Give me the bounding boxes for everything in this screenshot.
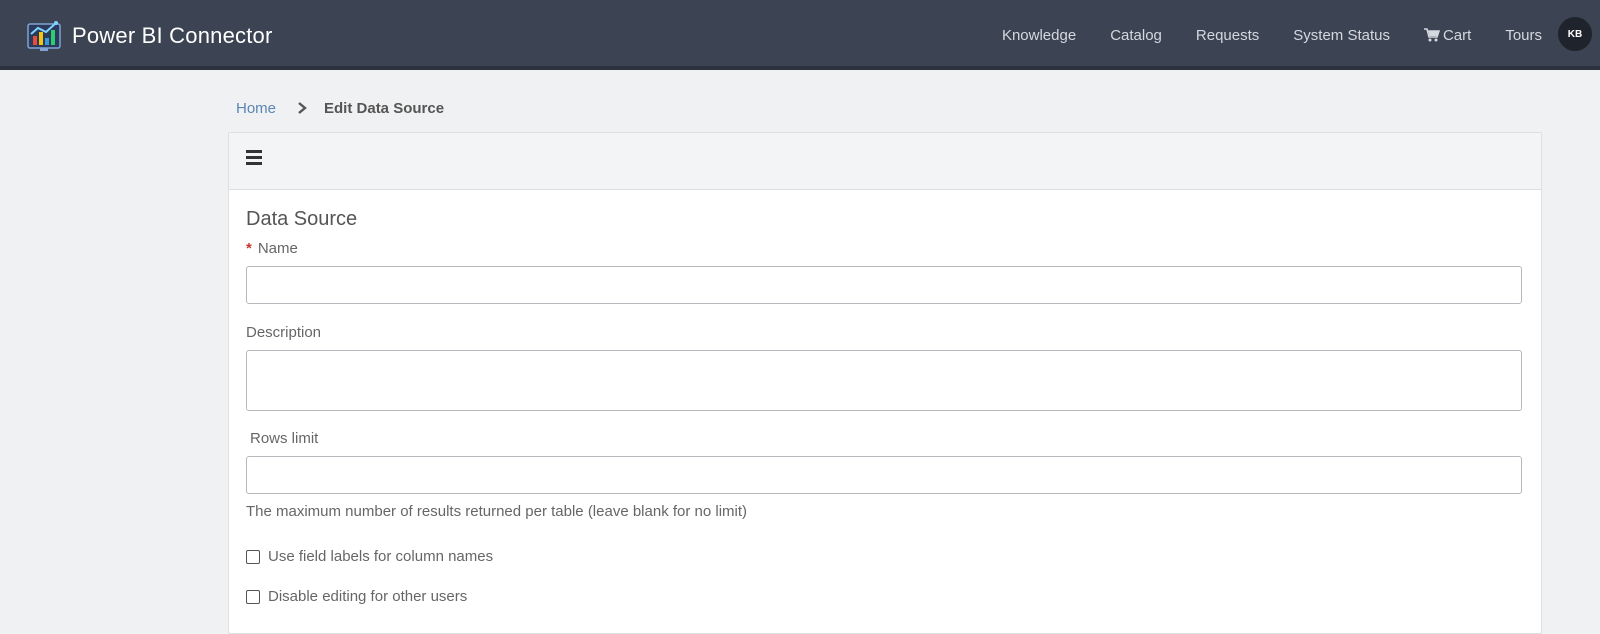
data-source-panel: Data Source * Name Description Rows limit… [228, 132, 1542, 634]
nav-item-requests[interactable]: Requests [1196, 27, 1259, 44]
rows-limit-help-text: The maximum number of results returned p… [246, 503, 748, 520]
required-asterisk: * [246, 240, 252, 257]
description-textarea[interactable] [246, 350, 1522, 411]
top-navbar: Power BI Connector Knowledge Catalog Req… [0, 0, 1600, 70]
name-field[interactable] [246, 266, 1522, 304]
nav-item-system-status[interactable]: System Status [1293, 27, 1390, 44]
nav-item-catalog[interactable]: Catalog [1110, 27, 1162, 44]
power-bi-logo-icon [27, 21, 61, 51]
chevron-right-icon [298, 102, 307, 114]
use-field-labels-option[interactable]: Use field labels for column names [246, 548, 493, 565]
nav-item-tours[interactable]: Tours [1505, 27, 1542, 44]
use-field-labels-label: Use field labels for column names [268, 548, 494, 565]
disable-editing-label: Disable editing for other users [268, 588, 468, 605]
main-nav: Knowledge Catalog Requests System Status… [968, 0, 1542, 70]
name-label: * Name [246, 240, 298, 257]
rows-limit-field[interactable] [246, 456, 1522, 494]
app-title: Power BI Connector [72, 23, 273, 48]
section-title: Data Source [246, 208, 358, 230]
brand[interactable]: Power BI Connector [26, 18, 272, 54]
disable-editing-checkbox[interactable] [246, 589, 260, 604]
breadcrumb-home-link[interactable]: Home [236, 100, 276, 117]
cart-icon [1423, 28, 1440, 42]
nav-item-cart-label: Cart [1442, 26, 1472, 44]
nav-item-cart[interactable]: Cart [1423, 26, 1472, 44]
name-label-text: Name [257, 240, 298, 257]
breadcrumb-current: Edit Data Source [324, 99, 445, 117]
disable-editing-option[interactable]: Disable editing for other users [246, 588, 467, 605]
hamburger-menu-icon[interactable] [246, 150, 262, 166]
panel-header [229, 133, 1541, 190]
nav-item-knowledge[interactable]: Knowledge [1002, 27, 1076, 44]
user-avatar[interactable]: KB [1558, 17, 1592, 51]
rows-limit-label: Rows limit [250, 430, 319, 447]
description-label: Description [246, 324, 322, 341]
use-field-labels-checkbox[interactable] [246, 549, 260, 564]
breadcrumb: Home Edit Data Source [236, 96, 444, 120]
